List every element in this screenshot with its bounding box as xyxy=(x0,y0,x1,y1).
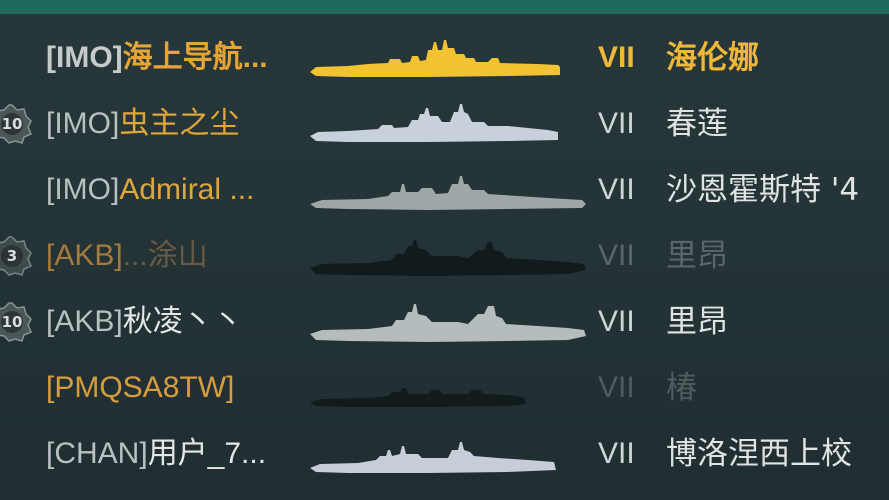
ship-name: 海伦娜 xyxy=(666,40,759,76)
level-badge-icon: 3 xyxy=(0,236,32,276)
ship-name: 里昂 xyxy=(666,304,728,340)
ship-tier: VII xyxy=(598,173,635,206)
player-row[interactable]: [IMO]海上导航... VII 海伦娜 xyxy=(0,24,889,90)
level-number: 3 xyxy=(6,247,18,265)
clan-tag: [IMO] xyxy=(46,107,120,140)
level-number: 10 xyxy=(1,313,23,331)
ship-hull xyxy=(310,104,558,142)
clan-tag: [AKB] xyxy=(46,305,123,338)
ship-silhouette-icon xyxy=(310,442,556,473)
player-row[interactable]: 10 [AKB]秋凌丶丶 VII 里昂 xyxy=(0,288,889,354)
player-name: 海上导航... xyxy=(122,41,268,74)
clan-tag: [CHAN] xyxy=(46,437,148,470)
player-label: [AKB]...涂山 xyxy=(46,234,208,278)
ship-silhouette-icon xyxy=(310,304,586,342)
player-name: Admiral ... xyxy=(119,173,255,206)
level-badge-icon: 10 xyxy=(0,104,32,144)
ship-name: 里昂 xyxy=(666,238,728,274)
player-row[interactable]: [PMQSA8TW] VII 椿 xyxy=(0,354,889,420)
player-label: [IMO]虫主之尘 xyxy=(46,102,239,146)
player-name: 用户_7... xyxy=(147,437,267,470)
level-badge-icon: 10 xyxy=(0,302,32,342)
header-strip xyxy=(0,0,889,14)
ship-tier: VII xyxy=(598,107,635,140)
player-name: 秋凌丶丶 xyxy=(122,305,243,338)
ship-silhouette-icon xyxy=(310,176,586,210)
ship-hull xyxy=(310,40,560,77)
clan-tag: [AKB] xyxy=(46,239,123,272)
ship-silhouette-icon xyxy=(310,240,586,276)
player-row[interactable]: [IMO]Admiral ... VII 沙恩霍斯特 '4 xyxy=(0,156,889,222)
ship-tier: VII xyxy=(598,371,635,404)
player-label: [PMQSA8TW] xyxy=(46,366,234,410)
ship-name: 春莲 xyxy=(666,106,728,142)
player-row[interactable]: 3 [AKB]...涂山 VII 里昂 xyxy=(0,222,889,288)
level-number: 10 xyxy=(1,115,23,133)
ship-name: 博洛涅西上校 xyxy=(666,436,852,472)
ship-tier: VII xyxy=(598,239,635,272)
clan-tag: [IMO] xyxy=(46,41,123,74)
player-name: ...涂山 xyxy=(122,239,208,272)
ship-hull xyxy=(310,388,526,407)
clan-tag: [IMO] xyxy=(46,173,120,206)
player-row[interactable]: [CHAN]用户_7... VII 博洛涅西上校 xyxy=(0,420,889,486)
ship-tier: VII xyxy=(598,41,635,74)
ship-tier: VII xyxy=(598,437,635,470)
ship-hull xyxy=(310,176,586,210)
ship-silhouette-icon xyxy=(310,40,560,77)
ship-hull xyxy=(310,442,556,473)
player-label: [CHAN]用户_7... xyxy=(46,432,266,476)
player-label: [IMO]海上导航... xyxy=(46,36,268,80)
ship-hull xyxy=(310,304,586,342)
ship-tier: VII xyxy=(598,305,635,338)
ship-name: 椿 xyxy=(666,370,697,406)
ship-silhouette-icon xyxy=(310,104,558,142)
player-label: [IMO]Admiral ... xyxy=(46,168,254,212)
ship-silhouette-icon xyxy=(310,388,526,407)
clan-tag: [PMQSA8TW] xyxy=(46,371,235,404)
player-name: 虫主之尘 xyxy=(119,107,240,140)
ship-name: 沙恩霍斯特 '4 xyxy=(666,172,860,208)
player-row[interactable]: 10 [IMO]虫主之尘 VII 春莲 xyxy=(0,90,889,156)
ship-hull xyxy=(310,240,586,276)
player-label: [AKB]秋凌丶丶 xyxy=(46,300,243,344)
